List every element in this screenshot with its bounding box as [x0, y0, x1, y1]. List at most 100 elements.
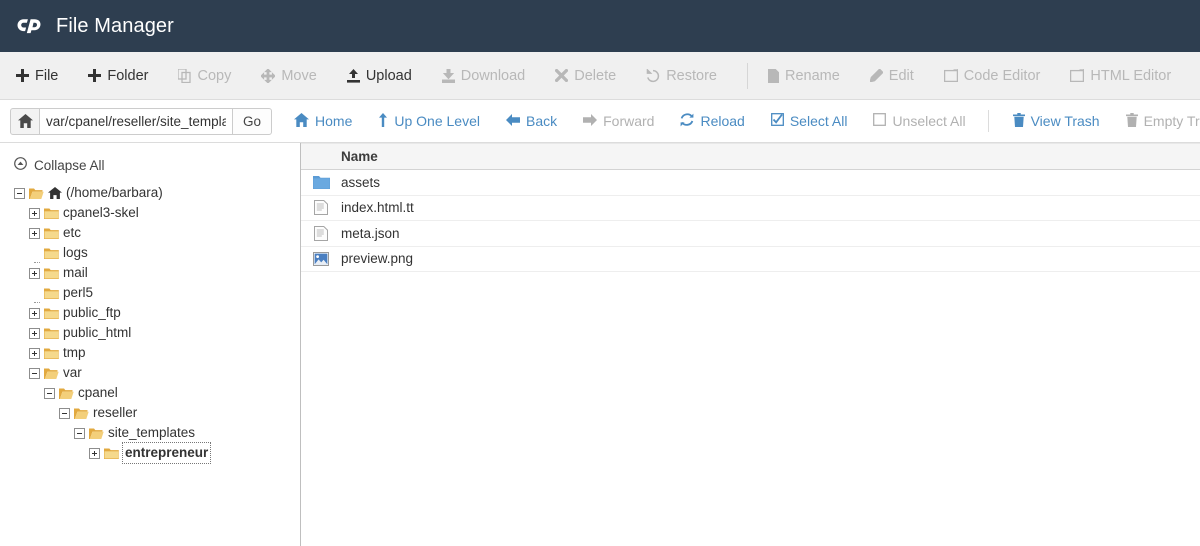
file-name: assets [341, 175, 380, 190]
tree-item-label: reseller [93, 403, 137, 423]
tree-item-entrepreneur[interactable]: entrepreneur [0, 443, 300, 463]
new-folder-button[interactable]: Folder [86, 64, 160, 88]
tree-item-etc[interactable]: etc [0, 223, 300, 243]
tree-item-label: site_templates [108, 423, 195, 443]
expand-icon[interactable] [29, 308, 40, 319]
path-home-button[interactable] [10, 108, 40, 135]
nav-label: View Trash [1031, 113, 1100, 129]
toolbar-label: File [35, 68, 58, 84]
tree-item-logs[interactable]: logs [0, 243, 300, 263]
expand-icon[interactable] [29, 228, 40, 239]
nav-reload-button[interactable]: Reload [680, 113, 744, 130]
toolbar-label: Restore [666, 68, 717, 84]
collapse-icon[interactable] [14, 188, 25, 199]
arrow-left-icon [506, 113, 520, 129]
new-file-button[interactable]: File [14, 64, 70, 88]
copy-icon [178, 69, 191, 83]
folder-open-icon [89, 427, 104, 440]
expand-icon[interactable] [29, 268, 40, 279]
collapse-icon[interactable] [44, 388, 55, 399]
file-row[interactable]: index.html.tt [301, 196, 1200, 222]
tree-item-label: tmp [63, 343, 86, 363]
tree-item-var[interactable]: var [0, 363, 300, 383]
collapse-icon[interactable] [74, 428, 85, 439]
plus-icon [88, 69, 101, 82]
body-split: Collapse All (/home/barbara)cpanel3-skel… [0, 143, 1200, 546]
pencil-icon [870, 69, 883, 82]
tree-item-tmp[interactable]: tmp [0, 343, 300, 363]
nav-empty-trash-button: Empty Trash [1126, 113, 1200, 130]
move-icon [261, 69, 275, 83]
plus-icon [16, 69, 29, 82]
reload-icon [680, 113, 694, 130]
delete-button: Delete [553, 64, 628, 88]
toolbar-divider [747, 63, 748, 89]
html-editor-icon [1070, 69, 1084, 82]
file-list-body: assets index.html.tt meta.jsonpreview.png [301, 170, 1200, 272]
file-row[interactable]: preview.png [301, 247, 1200, 273]
home-icon [18, 114, 33, 128]
folder-open-icon [59, 387, 74, 400]
expand-icon[interactable] [29, 328, 40, 339]
tree-item-perl5[interactable]: perl5 [0, 283, 300, 303]
nav-back-button[interactable]: Back [506, 113, 557, 129]
cpanel-logo-icon [12, 12, 46, 40]
folder-icon [44, 207, 59, 220]
directory-tree-sidebar: Collapse All (/home/barbara)cpanel3-skel… [0, 143, 301, 546]
upload-button[interactable]: Upload [345, 64, 424, 88]
file-row[interactable]: assets [301, 170, 1200, 196]
file-row[interactable]: meta.json [301, 221, 1200, 247]
tree-item-cpanel[interactable]: cpanel [0, 383, 300, 403]
tree-item-label: mail [63, 263, 88, 283]
code-editor-button: Code Editor [942, 64, 1053, 88]
tree-item-label: public_html [63, 323, 131, 343]
folder-icon [44, 267, 59, 280]
nav-label: Unselect All [892, 113, 965, 129]
folder-open-icon [74, 407, 89, 420]
file-icon [768, 69, 779, 83]
tree-item-site_templates[interactable]: site_templates [0, 423, 300, 443]
folder-open-icon [44, 367, 59, 380]
nav-view-trash-button[interactable]: View Trash [1013, 113, 1100, 130]
collapse-all-button[interactable]: Collapse All [0, 157, 300, 183]
collapse-icon[interactable] [29, 368, 40, 379]
tree-item-public_html[interactable]: public_html [0, 323, 300, 343]
upload-icon [347, 69, 360, 83]
folder-icon [44, 307, 59, 320]
collapse-icon[interactable] [59, 408, 70, 419]
home-icon [48, 187, 62, 199]
tree-item-label: etc [63, 223, 81, 243]
image-icon [309, 252, 333, 266]
nav-divider [988, 110, 989, 132]
nav-select-all-button[interactable]: Select All [771, 113, 848, 129]
toolbar-label: Download [461, 68, 526, 84]
tree-item-homebarbara[interactable]: (/home/barbara) [0, 183, 300, 203]
path-input[interactable] [40, 108, 232, 135]
toolbar-label: Rename [785, 68, 840, 84]
trash-icon [1126, 113, 1138, 130]
folder-icon [44, 347, 59, 360]
toolbar-label: Move [281, 68, 316, 84]
tree-item-mail[interactable]: mail [0, 263, 300, 283]
expand-icon[interactable] [29, 208, 40, 219]
tree-item-label: logs [63, 243, 88, 263]
directory-tree: (/home/barbara)cpanel3-skeletclogsmailpe… [0, 183, 300, 463]
expand-icon[interactable] [89, 448, 100, 459]
toolbar-label: Code Editor [964, 68, 1041, 84]
folder-icon [104, 447, 119, 460]
document-icon [309, 226, 333, 241]
nav-up-one-level-button[interactable]: Up One Level [378, 113, 480, 130]
tree-item-cpanel3-skel[interactable]: cpanel3-skel [0, 203, 300, 223]
nav-home-button[interactable]: Home [294, 113, 352, 130]
file-name: index.html.tt [341, 200, 414, 215]
folder-icon [44, 227, 59, 240]
tree-item-reseller[interactable]: reseller [0, 403, 300, 423]
expand-icon[interactable] [29, 348, 40, 359]
tree-item-label: perl5 [63, 283, 93, 303]
toolbar-label: Edit [889, 68, 914, 84]
home-icon [294, 113, 309, 130]
go-button[interactable]: Go [232, 108, 272, 135]
tree-item-public_ftp[interactable]: public_ftp [0, 303, 300, 323]
folder-icon [44, 287, 59, 300]
folder-icon [309, 175, 333, 189]
